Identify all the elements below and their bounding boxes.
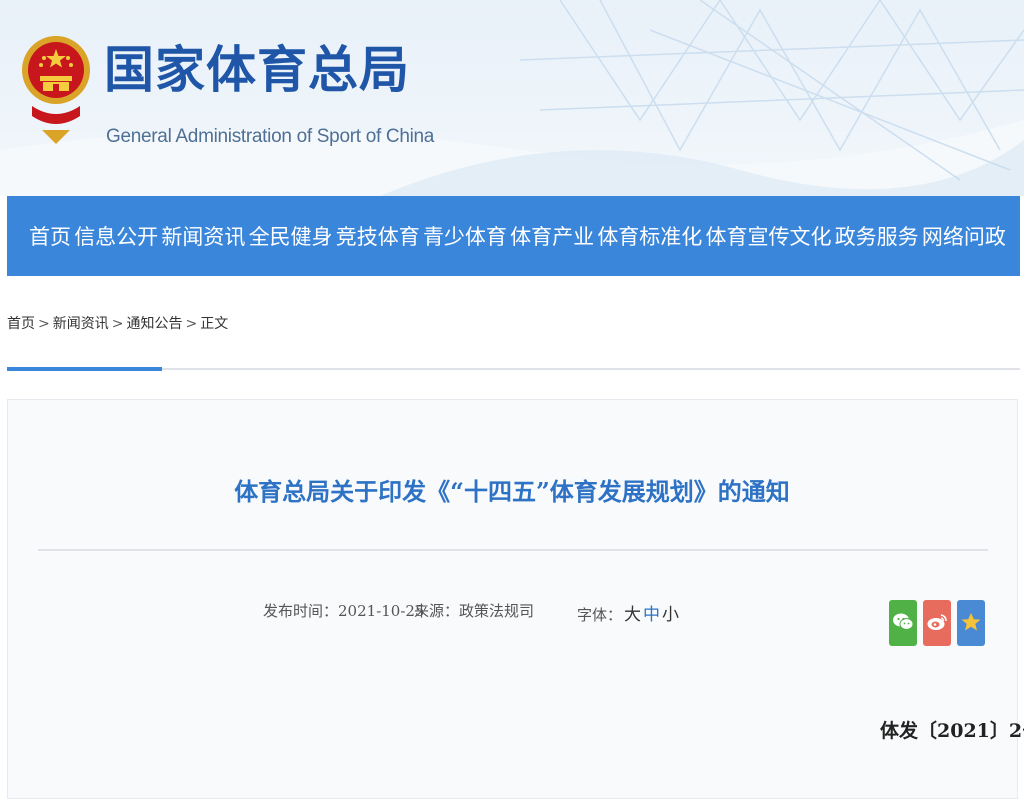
nav-item-fitness[interactable]: 全民健身 (249, 221, 333, 251)
site-header: 国家体育总局 General Administration of Sport o… (0, 0, 1024, 196)
nav-item-home[interactable]: 首页 (29, 221, 71, 251)
share-qzone-button[interactable] (957, 600, 985, 646)
source-label: 来源： (414, 602, 460, 620)
nav-item-competitive-sports[interactable]: 竞技体育 (336, 221, 420, 251)
document-number: 体发〔2021〕2号 (880, 720, 1024, 742)
qzone-icon (961, 613, 981, 631)
font-size-medium-button[interactable]: 中 (643, 605, 660, 625)
title-divider (38, 549, 988, 551)
font-size-small-button[interactable]: 小 (662, 605, 679, 625)
main-nav: 首页 信息公开 新闻资讯 全民健身 竞技体育 青少体育 体育产业 体育标准化 体… (7, 196, 1020, 276)
nav-item-sports-industry[interactable]: 体育产业 (510, 221, 594, 251)
breadcrumb-separator: > (185, 316, 198, 332)
breadcrumb-news[interactable]: 新闻资讯 (53, 316, 109, 332)
breadcrumb-separator: > (111, 316, 124, 332)
nav-item-info-disclosure[interactable]: 信息公开 (74, 221, 158, 251)
wechat-icon (893, 613, 914, 630)
breadcrumb-home[interactable]: 首页 (7, 316, 35, 332)
breadcrumb-current: 正文 (200, 316, 229, 332)
breadcrumb: 首页 > 新闻资讯 > 通知公告 > 正文 (7, 313, 228, 333)
font-size-control: 字体：大中小 (577, 600, 679, 625)
article-title: 体育总局关于印发《“十四五”体育发展规划》的通知 (234, 477, 790, 506)
font-size-label: 字体： (577, 606, 623, 624)
site-title: 国家体育总局 (104, 41, 410, 99)
source-value: 政策法规司 (459, 602, 535, 620)
site-subtitle: General Administration of Sport of China (106, 126, 435, 147)
nav-item-standardization[interactable]: 体育标准化 (597, 221, 702, 251)
nav-item-news[interactable]: 新闻资讯 (161, 221, 245, 251)
weibo-icon (927, 614, 947, 630)
breadcrumb-divider-accent (7, 367, 162, 371)
font-size-large-button[interactable]: 大 (624, 605, 641, 625)
nav-item-youth-sports[interactable]: 青少体育 (423, 221, 507, 251)
nav-item-online-inquiry[interactable]: 网络问政 (922, 221, 1006, 251)
publish-date: 发布时间：2021-10-25 (263, 600, 425, 621)
article-panel (7, 399, 1018, 799)
national-emblem-logo (22, 36, 90, 144)
publish-date-value: 2021-10-25 (338, 602, 425, 620)
nav-item-publicity-culture[interactable]: 体育宣传文化 (706, 221, 832, 251)
publish-date-label: 发布时间： (263, 602, 339, 620)
nav-item-gov-services[interactable]: 政务服务 (835, 221, 919, 251)
breadcrumb-notices[interactable]: 通知公告 (126, 316, 182, 332)
article-source: 来源：政策法规司 (414, 600, 534, 621)
share-wechat-button[interactable] (889, 600, 917, 646)
share-weibo-button[interactable] (923, 600, 951, 646)
breadcrumb-separator: > (38, 316, 50, 332)
